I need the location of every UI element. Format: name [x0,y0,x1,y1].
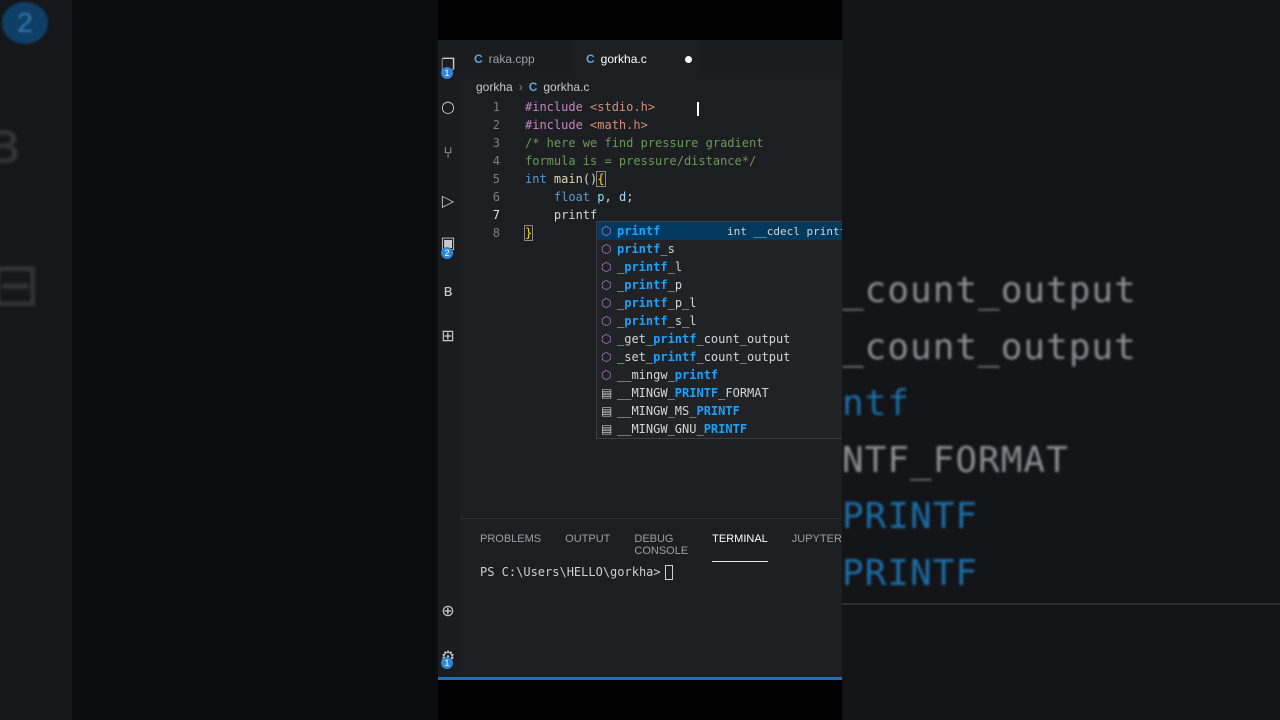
breadcrumb-file[interactable]: gorkha.c [543,80,589,94]
tab-label: gorkha.c [600,52,647,66]
background-divider [842,603,1280,605]
suggestion-item[interactable]: ⬡ _get_printf_count_output [597,330,842,348]
code-line: 6 float p, d; [460,188,842,206]
background-icon: ʙ [0,108,21,178]
tab-terminal[interactable]: TERMINAL [712,533,768,562]
terminal[interactable]: PS C:\Users\HELLO\gorkha> [480,565,673,580]
suggestion-item[interactable]: ▤ __MINGW_PRINTF_FORMAT [597,384,842,402]
constant-icon: ▤ [601,386,613,400]
line-number: 7 [492,208,500,222]
method-icon: ⬡ [601,314,612,328]
line-number: 3 [492,136,500,150]
extensions-badge: 2 [441,247,453,259]
line-number: 1 [492,100,500,114]
background-text: _count_output [842,327,1137,368]
c-file-icon: C [528,80,538,94]
method-icon: ⬡ [601,260,612,274]
breadcrumb: gorkha › C gorkha.c [476,78,589,96]
remote-icon[interactable]: ʙ [438,280,458,300]
tab-debug-console[interactable]: DEBUG CONSOLE [634,533,688,562]
tab-label: raka.cpp [488,52,535,66]
line-number: 6 [492,190,500,204]
method-icon: ⬡ [601,350,612,364]
tab-raka-cpp[interactable]: C raka.cpp [460,40,570,78]
suggestion-item[interactable]: ⬡ _printf_p_l [597,294,842,312]
background-left: 2 ʙ ⊟ [0,0,438,720]
method-icon: ⬡ [601,224,612,238]
suggestion-item[interactable]: ⬡ _printf_l [597,258,842,276]
suggestion-detail: int __cdecl printf [727,224,842,238]
line-number: 5 [492,172,500,186]
vscode-window: ❐ 1 ○ ⑂ ▷ ▣ 2 ʙ ⊞ ⊕ ⚙ 1 C raka.cpp C gor… [438,40,842,680]
cpp-file-icon: C [474,52,483,66]
code-line: 2 #include <math.h> [460,116,842,134]
settings-badge: 1 [441,657,453,669]
panel-tabs: PROBLEMS OUTPUT DEBUG CONSOLE TERMINAL J… [480,533,842,562]
method-icon: ⬡ [601,332,612,346]
method-icon: ⬡ [601,242,612,256]
background-text: _count_output [842,270,1137,311]
background-text: PRINTF [842,496,979,537]
chevron-right-icon: › [518,80,523,94]
suggestion-item[interactable]: ▤ __MINGW_GNU_PRINTF [597,420,842,438]
line-number: 8 [492,226,500,240]
background-text: PRINTF [842,553,979,594]
status-bar [438,677,842,680]
account-icon[interactable]: ⊕ [438,600,458,620]
c-file-icon: C [586,52,595,66]
testing-icon[interactable]: ⊞ [438,325,458,345]
activity-bar: ❐ 1 ○ ⑂ ▷ ▣ 2 ʙ ⊞ ⊕ ⚙ 1 [438,40,460,680]
source-control-icon[interactable]: ⑂ [438,142,458,162]
suggest-widget: ⬡ printf int __cdecl printf ⬡ printf_s ⬡ _p… [596,221,842,439]
mouse-ibeam-cursor-icon [697,102,699,116]
tab-output[interactable]: OUTPUT [565,533,610,562]
suggestion-item[interactable]: ⬡ _set_printf_count_output [597,348,842,366]
tab-jupyter[interactable]: JUPYTER [792,533,842,562]
suggestion-item[interactable]: ⬡ printf_s [597,240,842,258]
code-line: 4 formula is = pressure/distance*/ [460,152,842,170]
breadcrumb-folder[interactable]: gorkha [476,80,513,94]
code-line: 3/* here we find pressure gradient [460,134,842,152]
terminal-cursor [664,565,673,580]
line-number: 4 [492,154,500,168]
terminal-prompt: PS C:\Users\HELLO\gorkha> [480,565,661,579]
constant-icon: ▤ [601,404,613,418]
explorer-badge: 1 [441,67,453,79]
background-badge: 2 [2,2,48,44]
search-icon[interactable]: ○ [438,96,458,116]
code-line: 5 int main(){ [460,170,842,188]
suggestion-item[interactable]: ▤ __MINGW_MS_PRINTF [597,402,842,420]
background-text: NTF_FORMAT [842,440,1069,481]
run-debug-icon[interactable]: ▷ [438,190,458,210]
background-icon: ⊟ [0,250,41,320]
method-icon: ⬡ [601,278,612,292]
background-right: _count_output _count_output ntf NTF_FORM… [842,0,1280,720]
suggestion-item[interactable]: ⬡ __mingw_printf [597,366,842,384]
method-icon: ⬡ [601,296,612,310]
constant-icon: ▤ [601,422,613,436]
tab-gorkha-c[interactable]: C gorkha.c [572,40,700,78]
method-icon: ⬡ [601,368,612,382]
suggestion-item[interactable]: ⬡ printf int __cdecl printf [597,222,842,240]
background-text: ntf [842,383,911,424]
code-line: 1 #include <stdio.h> [460,98,842,116]
tab-problems[interactable]: PROBLEMS [480,533,541,562]
bottom-panel: PROBLEMS OUTPUT DEBUG CONSOLE TERMINAL J… [460,518,842,680]
suggestion-item[interactable]: ⬡ _printf_s_l [597,312,842,330]
editor-tabs: C raka.cpp C gorkha.c [460,40,842,78]
unsaved-dot-icon[interactable] [684,55,692,63]
line-number: 2 [492,118,500,132]
suggestion-item[interactable]: ⬡ _printf_p [597,276,842,294]
